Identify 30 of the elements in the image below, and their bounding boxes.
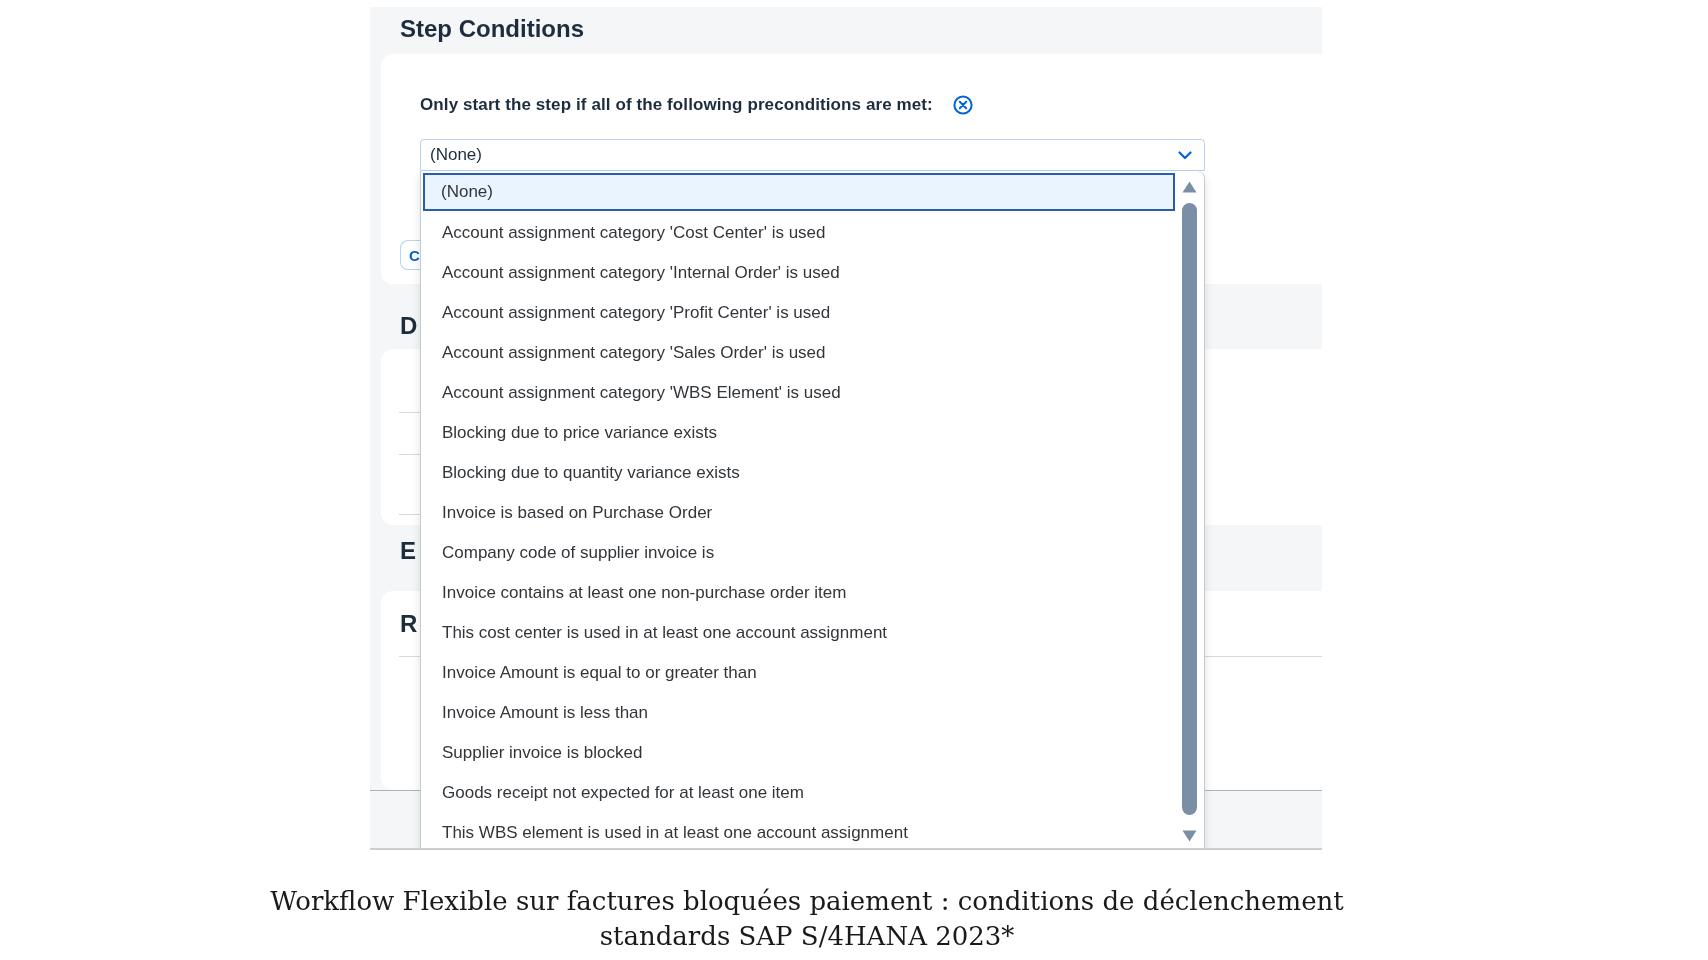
dropdown-option[interactable]: Account assignment category 'Internal Order' is used xyxy=(423,253,1175,293)
dropdown-option[interactable]: Account assignment category 'Profit Center' is used xyxy=(423,293,1175,333)
scroll-up-icon[interactable] xyxy=(1182,181,1197,193)
dropdown-option[interactable]: This cost center is used in at least one account assignment xyxy=(423,613,1175,653)
select-field[interactable]: (None) xyxy=(420,139,1205,171)
preconditions-label: Only start the step if all of the following preconditions are met: xyxy=(420,95,933,115)
section-title: Step Conditions xyxy=(400,14,584,43)
section-heading: D xyxy=(400,312,418,340)
dropdown-option[interactable]: Goods receipt not expected for at least one item xyxy=(423,773,1175,813)
dropdown-option[interactable]: Invoice Amount is less than xyxy=(423,693,1175,733)
dropdown-option[interactable]: Blocking due to quantity variance exists xyxy=(423,453,1175,493)
dropdown-option[interactable]: Invoice Amount is equal to or greater than xyxy=(423,653,1175,693)
dropdown-option[interactable]: This WBS element is used in at least one account assignment xyxy=(423,813,1175,848)
dropdown-option[interactable]: Account assignment category 'WBS Element' is used xyxy=(423,373,1175,413)
section-heading: E xyxy=(400,537,416,565)
dropdown-option[interactable]: Company code of supplier invoice is xyxy=(423,533,1175,573)
close-icon[interactable] xyxy=(952,95,973,115)
dropdown-option[interactable]: Invoice contains at least one non-purchase order item xyxy=(423,573,1175,613)
scrollbar-thumb[interactable] xyxy=(1182,203,1197,815)
dropdown-option[interactable]: Blocking due to price variance exists xyxy=(423,413,1175,453)
partial-button[interactable]: C xyxy=(400,240,420,270)
section-heading: R xyxy=(400,610,418,638)
dropdown-option[interactable]: Account assignment category 'Sales Order' is used xyxy=(423,333,1175,373)
dropdown-option[interactable]: (None) xyxy=(423,173,1175,211)
caption: Workflow Flexible sur factures bloquées paiement : conditions de déclenchement standards SAP S/4HANA 2023* xyxy=(269,885,1345,953)
dropdown-option[interactable]: Invoice is based on Purchase Order xyxy=(423,493,1175,533)
dropdown-option[interactable]: Supplier invoice is blocked xyxy=(423,733,1175,773)
dropdown-option[interactable]: Account assignment category 'Cost Center' is used xyxy=(423,213,1175,253)
chevron-down-icon[interactable] xyxy=(1178,150,1192,160)
scroll-down-icon[interactable] xyxy=(1182,830,1197,842)
